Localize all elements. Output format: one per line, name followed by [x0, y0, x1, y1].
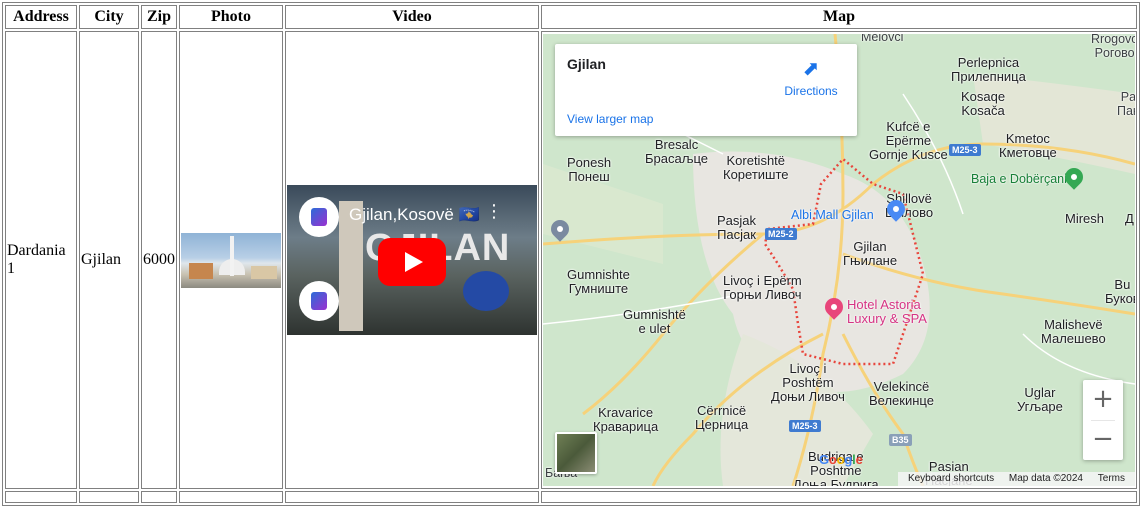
listing-table: Address City Zip Photo Video Map Dardani…	[2, 2, 1140, 506]
directions-button[interactable]: ⬈ Directions	[781, 58, 841, 98]
place-label: Bu Буков	[1105, 277, 1135, 306]
road-shield: M25-3	[789, 420, 821, 432]
terms-link[interactable]: Terms	[1098, 473, 1125, 484]
video-title[interactable]: Gjilan,Kosovë 🇽🇰	[349, 205, 480, 225]
view-larger-map-link[interactable]: View larger map	[567, 112, 653, 126]
cell-video: GJILAN Gjilan,Kosovë 🇽🇰 ⋮	[285, 31, 539, 489]
place-name: Gjilan	[567, 56, 606, 72]
zoom-in-button[interactable]: +	[1083, 380, 1123, 420]
channel-avatar-icon[interactable]	[299, 197, 339, 237]
table-row: Dardania 1 Gjilan 6000 GJILAN Gjilan,Kos…	[5, 31, 1137, 489]
road-shield: M25-2	[765, 228, 797, 240]
mosque-photo	[181, 232, 281, 288]
place-label: Д	[1125, 211, 1134, 226]
place-label: Kravarice Краварица	[593, 405, 659, 434]
map-attribution: Keyboard shortcuts Map data ©2024 Terms	[897, 472, 1135, 486]
place-label: Kosaqe Kosača	[961, 89, 1006, 118]
directions-label: Directions	[784, 84, 838, 98]
place-label: Rrogovo Poгово	[1091, 34, 1135, 60]
place-label: Perlepnica Прилепница	[951, 55, 1026, 84]
poi-label[interactable]: Baja e Dobërçanit	[971, 172, 1070, 186]
place-label: Uglar Угљаре	[1017, 385, 1063, 414]
road-shield: B35	[889, 434, 912, 446]
google-map[interactable]: Melovci Rrogovo Poгово Perlepnica Прилеп…	[543, 34, 1135, 486]
keyboard-shortcuts-link[interactable]: Keyboard shortcuts	[908, 473, 994, 484]
place-label: Melovci	[861, 34, 904, 44]
poi-label[interactable]: Hotel Astoria Luxury & SPA	[847, 298, 927, 326]
place-label: Ponesh Понеш	[567, 155, 612, 184]
header-address: Address	[5, 5, 77, 29]
map-data-text: Map data ©2024	[1008, 473, 1083, 484]
header-row: Address City Zip Photo Video Map	[5, 5, 1137, 29]
satellite-toggle[interactable]	[555, 432, 597, 474]
place-label: Malishevë Малешево	[1041, 317, 1106, 346]
cell-map: Melovci Rrogovo Poгово Perlepnica Прилеп…	[541, 31, 1137, 489]
cell-address: Dardania 1	[5, 31, 77, 489]
directions-icon: ⬈	[802, 58, 820, 80]
place-card: Gjilan ⬈ Directions View larger map	[555, 44, 857, 136]
cell-photo	[179, 31, 283, 489]
table-row	[5, 491, 1137, 503]
place-label: Koretishtë Коретиште	[723, 153, 789, 182]
place-label: Gumnishte Гумниште	[567, 267, 630, 296]
place-label: Livoç i Poshtëm Доњи Ливоч	[771, 361, 845, 404]
place-label: Gumnishtë e ulet	[623, 307, 686, 336]
place-label: Velekincë Велекинце	[869, 379, 934, 408]
header-zip: Zip	[141, 5, 177, 29]
cell-city: Gjilan	[79, 31, 139, 489]
place-label: Gjilan Гњилане	[843, 239, 898, 268]
road-shield: M25-3	[949, 144, 981, 156]
cell-zip: 6000	[141, 31, 177, 489]
poi-label[interactable]: Albi Mall Gjilan	[791, 208, 874, 222]
zoom-control: + −	[1083, 380, 1123, 460]
youtube-embed[interactable]: GJILAN Gjilan,Kosovë 🇽🇰 ⋮	[287, 185, 537, 335]
header-photo: Photo	[179, 5, 283, 29]
place-label: Kufcë e Epërme Gornje Kusce	[869, 119, 948, 162]
header-city: City	[79, 5, 139, 29]
kosovo-flag-icon	[463, 271, 509, 311]
place-label: Pasjak Пасјак	[717, 213, 757, 242]
header-video: Video	[285, 5, 539, 29]
place-label: Cërrnicë Церница	[695, 403, 749, 432]
place-label: Miresh	[1065, 211, 1105, 226]
channel-logo-icon	[299, 281, 339, 321]
google-logo: Google	[819, 452, 863, 467]
place-label: Kmetoc Кметовце	[999, 131, 1057, 160]
youtube-play-icon[interactable]	[378, 238, 446, 286]
kebab-menu-icon[interactable]: ⋮	[485, 203, 503, 221]
place-label: Pa Пан	[1117, 90, 1135, 118]
zoom-out-button[interactable]: −	[1083, 420, 1123, 460]
place-label: Bresalc Брасаљце	[645, 137, 709, 166]
header-map: Map	[541, 5, 1137, 29]
place-label: Livoç i Epërm Горњи Ливоч	[723, 273, 802, 302]
